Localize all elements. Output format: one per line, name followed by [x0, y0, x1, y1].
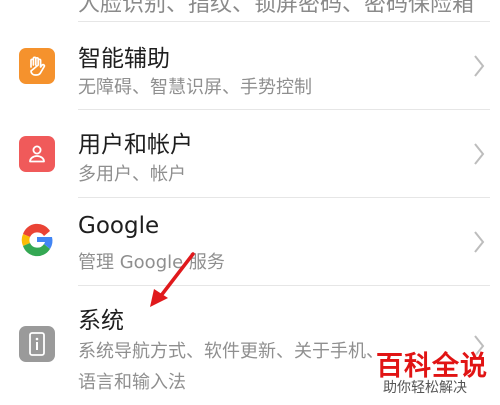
watermark-slogan: 助你轻松解决 — [383, 380, 467, 396]
settings-screen: 人脸识别、指纹、锁屏密码、密码保险箱 智能辅助 无障碍、智慧识屏、手势控制 用户… — [0, 0, 500, 405]
